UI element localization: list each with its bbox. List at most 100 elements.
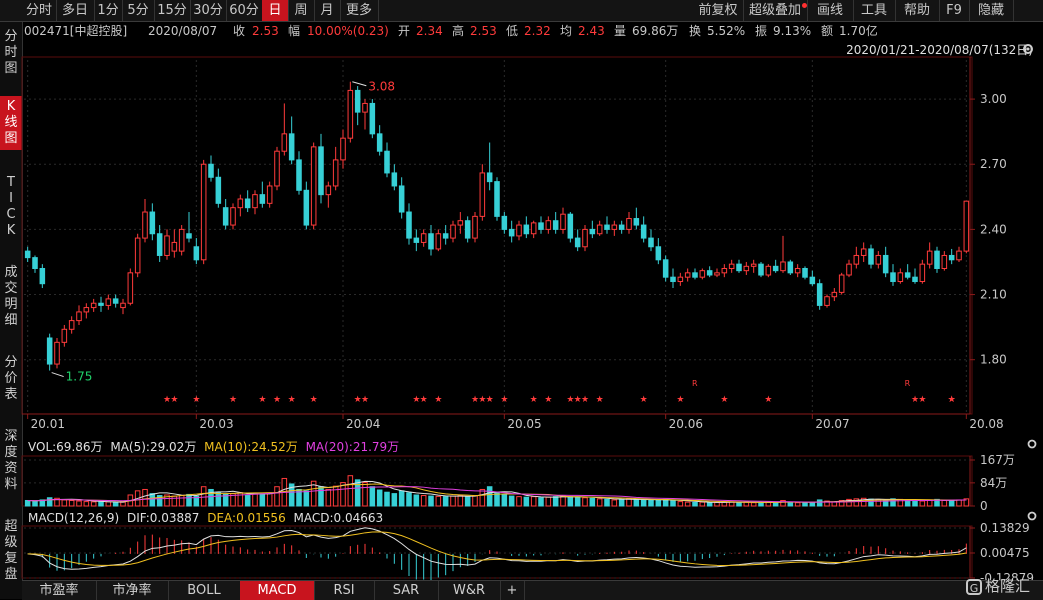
candle-body: [464, 220, 471, 239]
candle-body: [208, 163, 214, 178]
volume-bar: [802, 501, 808, 507]
volume-bar: [538, 497, 544, 507]
macd-dif: DIF:0.03887: [126, 511, 200, 525]
candle-body: [259, 194, 266, 204]
candle-body: [508, 228, 515, 237]
volume-bar: [398, 490, 405, 507]
volume-bar: [560, 495, 566, 507]
volume-bar: [684, 501, 691, 507]
candle-body: [912, 276, 918, 283]
volume-bar: [442, 496, 449, 507]
candle-body: [956, 250, 962, 261]
volume-settings-gear-icon[interactable]: [1026, 438, 1038, 450]
volume-bar: [567, 496, 574, 507]
star-marker: ★: [948, 395, 956, 405]
volume-tick-label: 167万: [980, 453, 1015, 467]
candle-body: [538, 222, 544, 230]
macd-settings-gear-icon[interactable]: [1026, 510, 1038, 522]
indicator-tab-4[interactable]: RSI: [314, 581, 375, 600]
candle-body: [244, 198, 251, 209]
candle-body: [354, 89, 361, 113]
price-tick-label: 2.70: [980, 157, 1007, 171]
candle-body: [904, 272, 911, 278]
candle-body: [963, 200, 970, 252]
volume-bar: [376, 489, 383, 507]
candle-body: [567, 213, 574, 239]
volume-bar: [736, 501, 742, 507]
volume-bar: [714, 501, 720, 507]
candle-body: [611, 224, 618, 230]
volume-bar: [32, 500, 38, 507]
high-annotation-arrow: [352, 81, 367, 87]
candle-body: [750, 263, 757, 267]
volume-bar: [120, 501, 126, 507]
volume-legend: VOL:69.86万 MA(5):29.02万 MA(10):24.52万 MA…: [28, 439, 399, 455]
candle-body: [794, 267, 801, 274]
candle-body: [222, 207, 229, 226]
candle-body: [523, 224, 530, 235]
candle-body: [604, 224, 610, 230]
volume-bar: [61, 499, 68, 507]
candle-body: [890, 272, 896, 283]
volume-bar: [956, 499, 962, 507]
volume-bar: [912, 499, 918, 507]
candle-body: [39, 267, 46, 285]
volume-bar: [486, 486, 493, 507]
candle-body: [142, 211, 148, 239]
volume-bar: [552, 496, 559, 507]
candle-body: [618, 224, 625, 230]
candle-body: [758, 263, 764, 276]
volume-bar: [633, 498, 640, 507]
indicator-tab-1[interactable]: 市净率: [96, 581, 169, 600]
volume-bar: [252, 493, 258, 507]
time-tick-label: 20.08: [969, 417, 1003, 431]
star-marker: ★: [170, 395, 178, 405]
candle-body: [772, 265, 779, 272]
time-tick-label: 20.03: [199, 417, 233, 431]
volume-bar: [501, 494, 508, 507]
price-tick-label: 2.40: [980, 222, 1007, 236]
candle-body: [24, 250, 31, 259]
candle-body: [648, 237, 654, 248]
candle-body: [340, 137, 346, 161]
candle-body: [662, 259, 669, 278]
volume-bar: [626, 498, 632, 507]
volume-bar: [794, 502, 801, 507]
candle-body: [32, 257, 38, 269]
indicator-tab-7[interactable]: +: [500, 581, 525, 600]
candle-body: [655, 246, 662, 261]
macd-value: MACD:0.04663: [293, 511, 384, 525]
candle-body: [486, 172, 493, 183]
vol-ma20-legend: MA(20):21.79万: [305, 440, 400, 454]
candle-body: [860, 248, 867, 256]
candle-body: [457, 220, 464, 226]
indicator-tab-6[interactable]: W&R: [438, 581, 501, 600]
vol-legend-value: VOL:69.86万: [28, 440, 103, 454]
candle-body: [765, 265, 772, 276]
volume-bar: [677, 501, 684, 507]
high-annotation-label: 3.08: [368, 80, 395, 94]
volume-bar: [604, 498, 610, 507]
candle-body: [332, 159, 339, 187]
volume-bar: [413, 494, 420, 507]
candle-body: [816, 283, 823, 306]
volume-bar: [450, 495, 456, 507]
volume-bar: [618, 498, 625, 507]
macd-title: MACD(12,26,9): [28, 511, 120, 525]
candle-body: [831, 291, 838, 298]
volume-bar: [648, 499, 654, 507]
volume-bar: [149, 493, 156, 507]
star-marker: ★: [530, 395, 538, 405]
candle-body: [926, 250, 933, 265]
indicator-tab-5[interactable]: SAR: [374, 581, 439, 600]
candle-body: [824, 296, 830, 306]
macd-tick-label: 0.13829: [980, 521, 1030, 535]
volume-bar: [325, 488, 332, 507]
volume-bar: [76, 500, 82, 507]
candle-body: [435, 233, 442, 250]
candle-body: [90, 302, 97, 309]
indicator-tab-2[interactable]: BOLL: [168, 581, 241, 600]
indicator-tab-3[interactable]: MACD: [240, 581, 315, 600]
macd-dif-line: [27, 527, 967, 570]
indicator-tab-0[interactable]: 市盈率: [22, 581, 97, 600]
